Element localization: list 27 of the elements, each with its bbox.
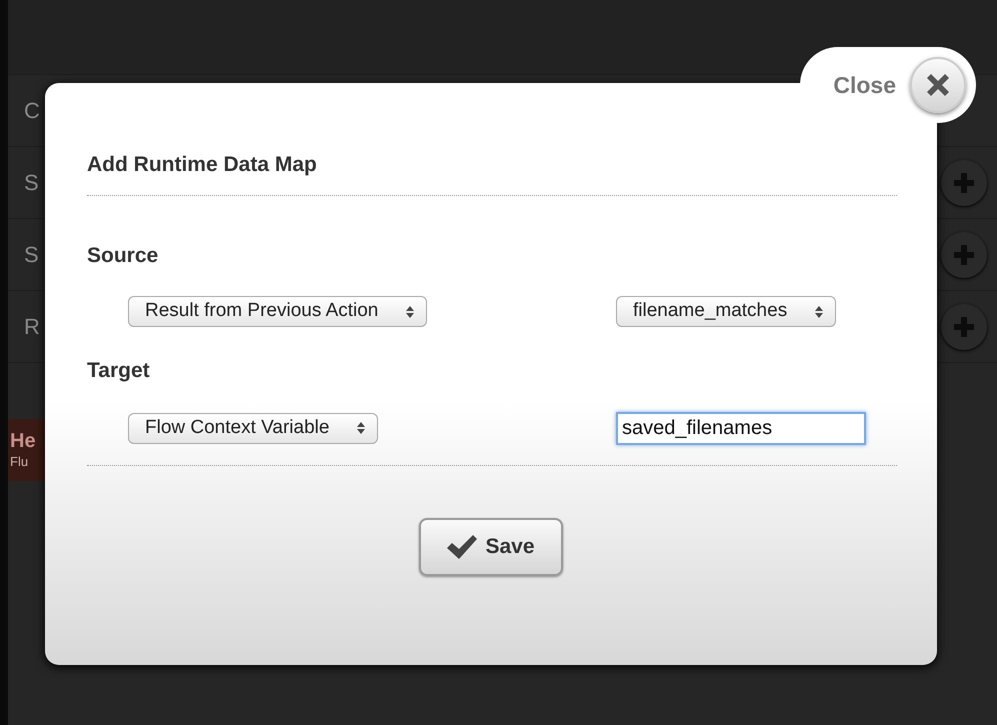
add-button[interactable]: [941, 232, 987, 278]
stepper-arrows-icon: [406, 306, 414, 318]
banner-title: He: [10, 429, 37, 454]
list-row-label: R: [24, 313, 40, 341]
list-row-label: S: [24, 169, 39, 197]
add-button[interactable]: [941, 304, 987, 350]
plus-icon: [954, 172, 974, 192]
plus-icon: [954, 316, 974, 336]
dropdown-select[interactable]: filename_matches: [616, 296, 836, 327]
banner-subtitle: Flu: [10, 454, 30, 471]
save-button[interactable]: Save: [419, 518, 563, 576]
list-row-label: S: [24, 241, 39, 269]
add-button[interactable]: [941, 160, 987, 206]
list-row-label: C: [24, 97, 40, 125]
close-button[interactable]: [910, 57, 966, 113]
checkmark-icon: [447, 534, 478, 558]
stepper-arrows-icon: [357, 422, 366, 434]
section-heading: Target: [87, 358, 151, 384]
close-icon: [927, 74, 949, 96]
dropdown-select[interactable]: Flow Context Variable: [128, 412, 378, 444]
stepper-arrows-icon: [815, 306, 824, 318]
dropdown-select[interactable]: Result from Previous Action: [128, 296, 428, 327]
text-input[interactable]: saved_filenames: [616, 412, 866, 444]
plus-icon: [954, 244, 974, 264]
section-heading: Source: [87, 242, 160, 268]
dialog-title: Add Runtime Data Map: [87, 152, 318, 178]
close-label: Close: [833, 70, 896, 100]
